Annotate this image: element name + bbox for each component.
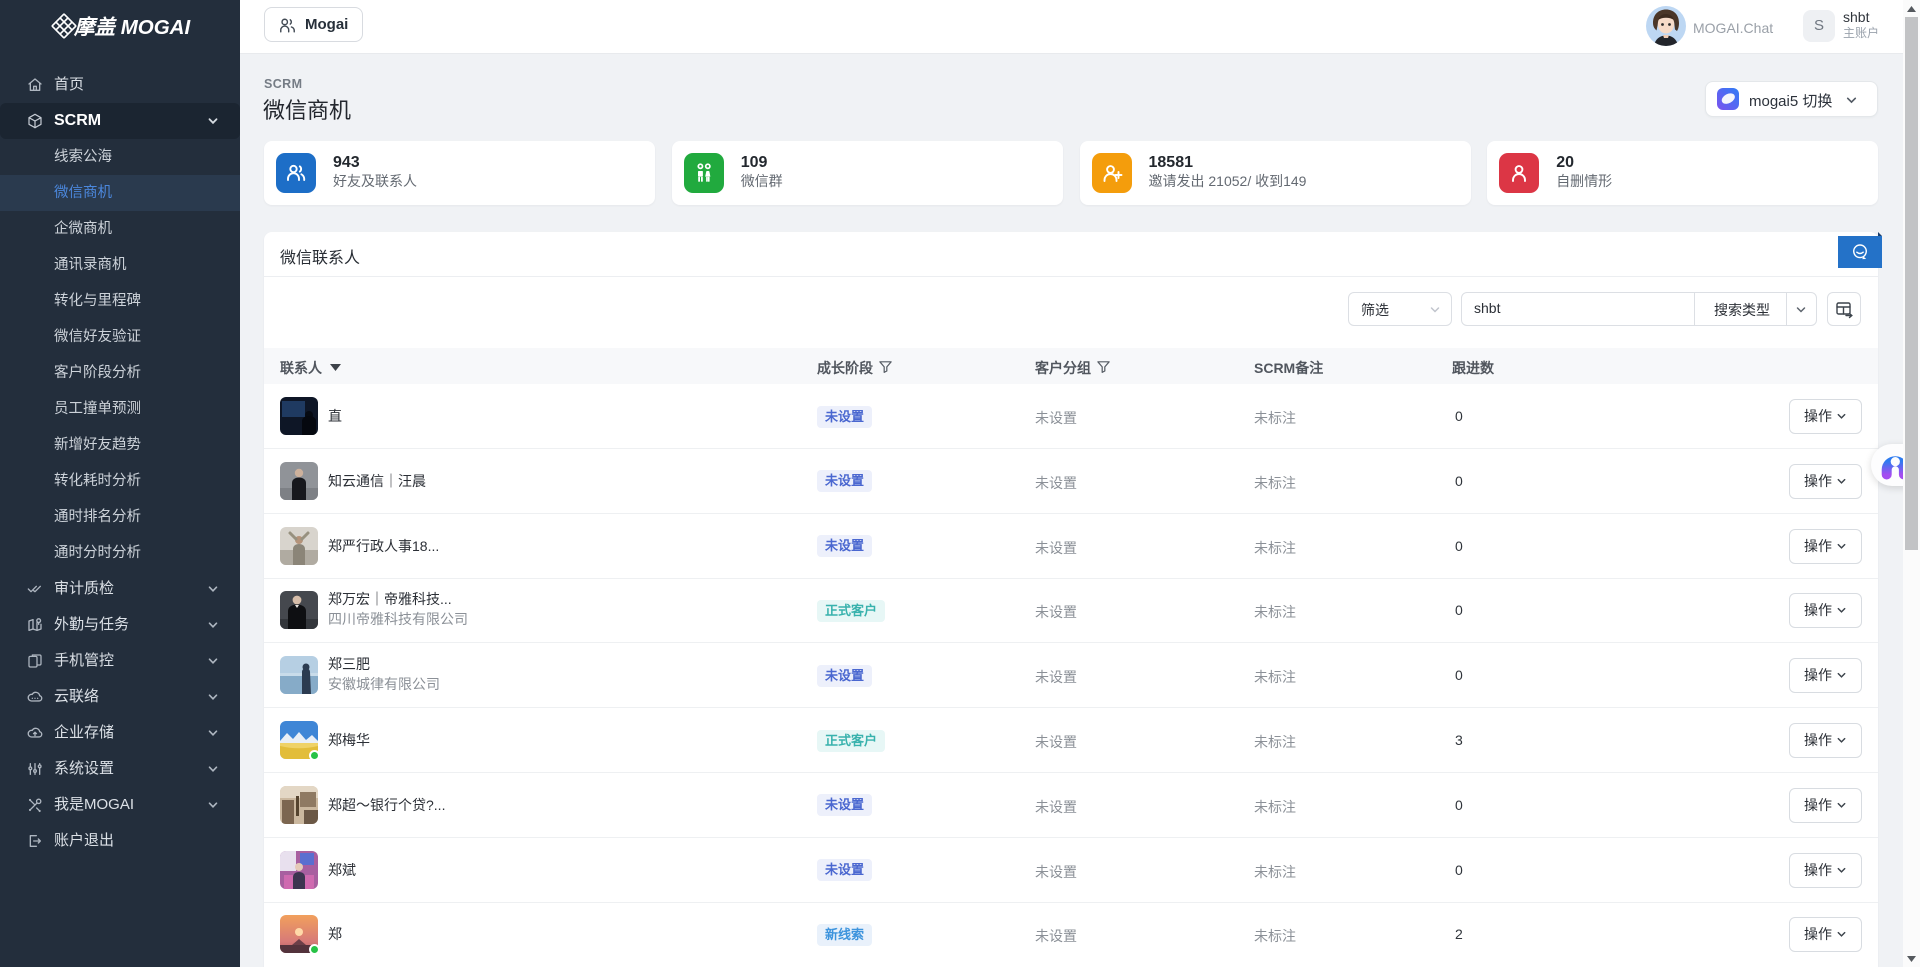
svg-text:摩盖 MOGAI: 摩盖 MOGAI: [73, 16, 191, 39]
